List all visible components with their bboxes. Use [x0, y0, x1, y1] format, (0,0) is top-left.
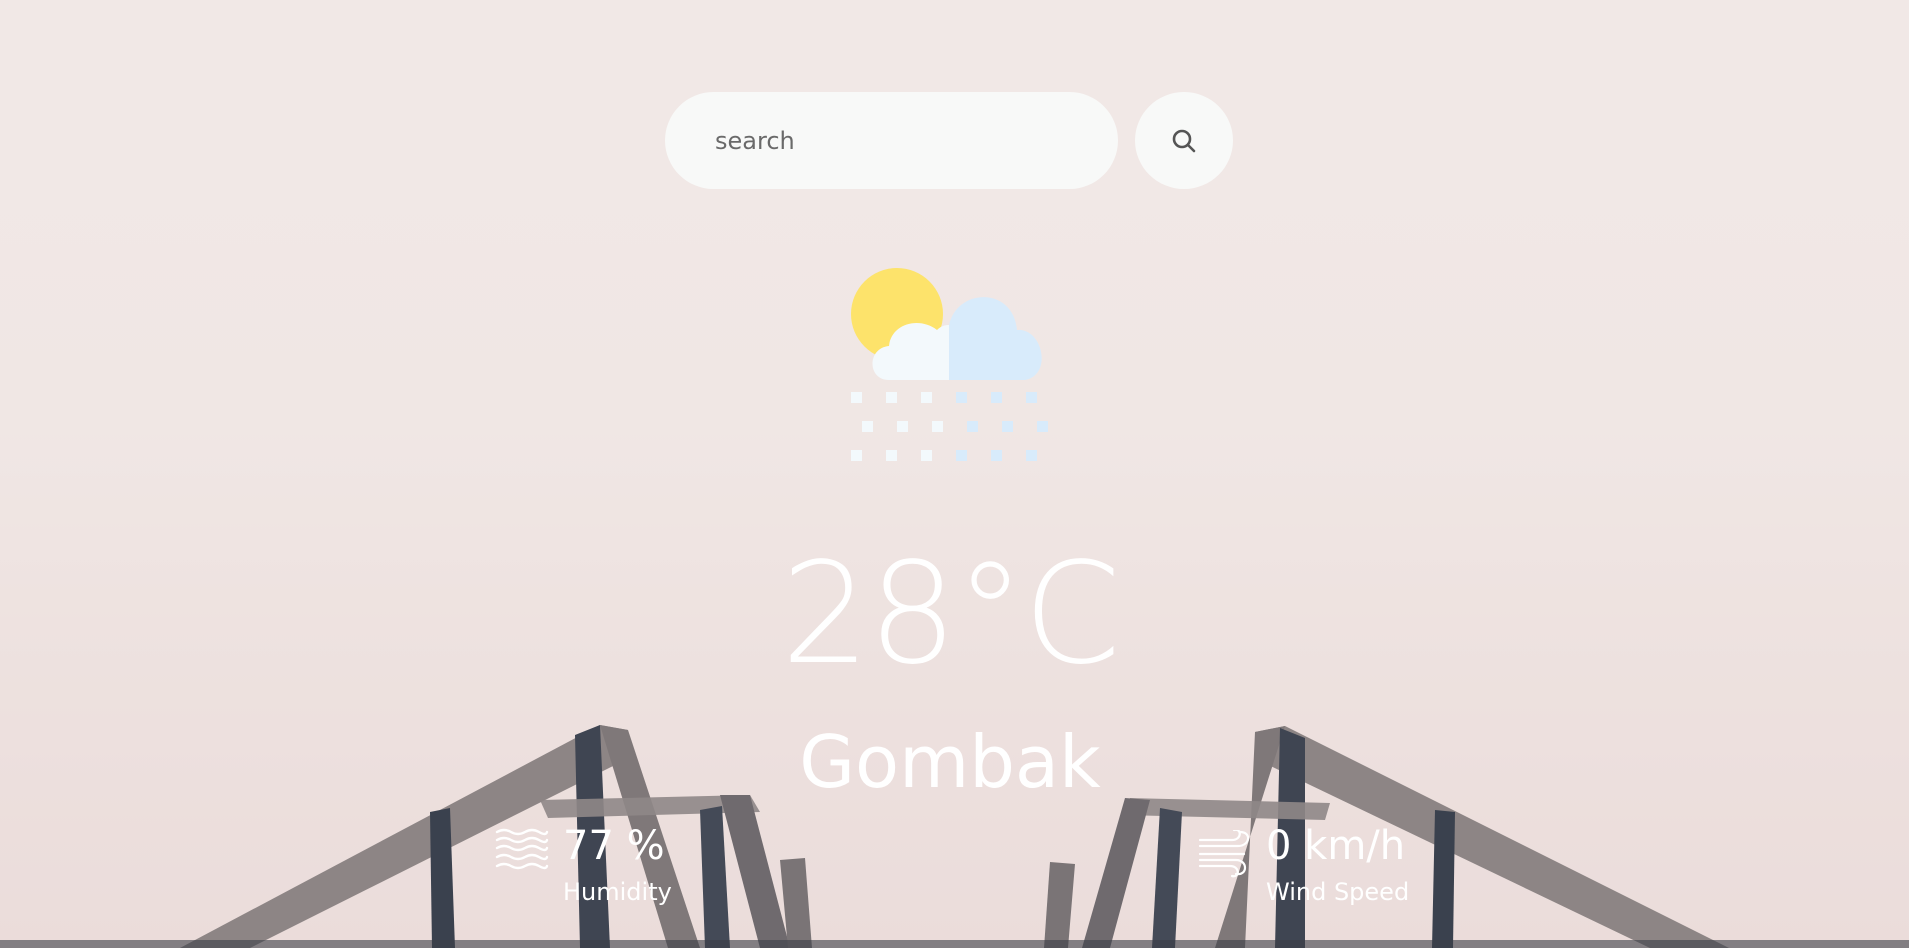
wind-value: 0 km/h	[1266, 823, 1406, 869]
temperature: 28°C	[781, 533, 1121, 696]
humidity-value: 77 %	[563, 823, 665, 869]
humidity-label: Humidity	[563, 878, 672, 906]
wind-detail: 0 km/h Wind Speed	[1198, 822, 1438, 912]
humidity-waves-icon	[495, 828, 549, 876]
search-input[interactable]	[665, 92, 1118, 189]
search-icon	[1171, 128, 1197, 154]
city-name: Gombak	[799, 720, 1101, 804]
partly-cloudy-snow-icon	[845, 268, 1055, 468]
humidity-detail: 77 % Humidity	[495, 822, 715, 912]
search-button[interactable]	[1135, 92, 1233, 189]
wind-icon	[1198, 828, 1252, 882]
wind-label: Wind Speed	[1266, 878, 1410, 906]
search-bar	[665, 92, 1233, 189]
